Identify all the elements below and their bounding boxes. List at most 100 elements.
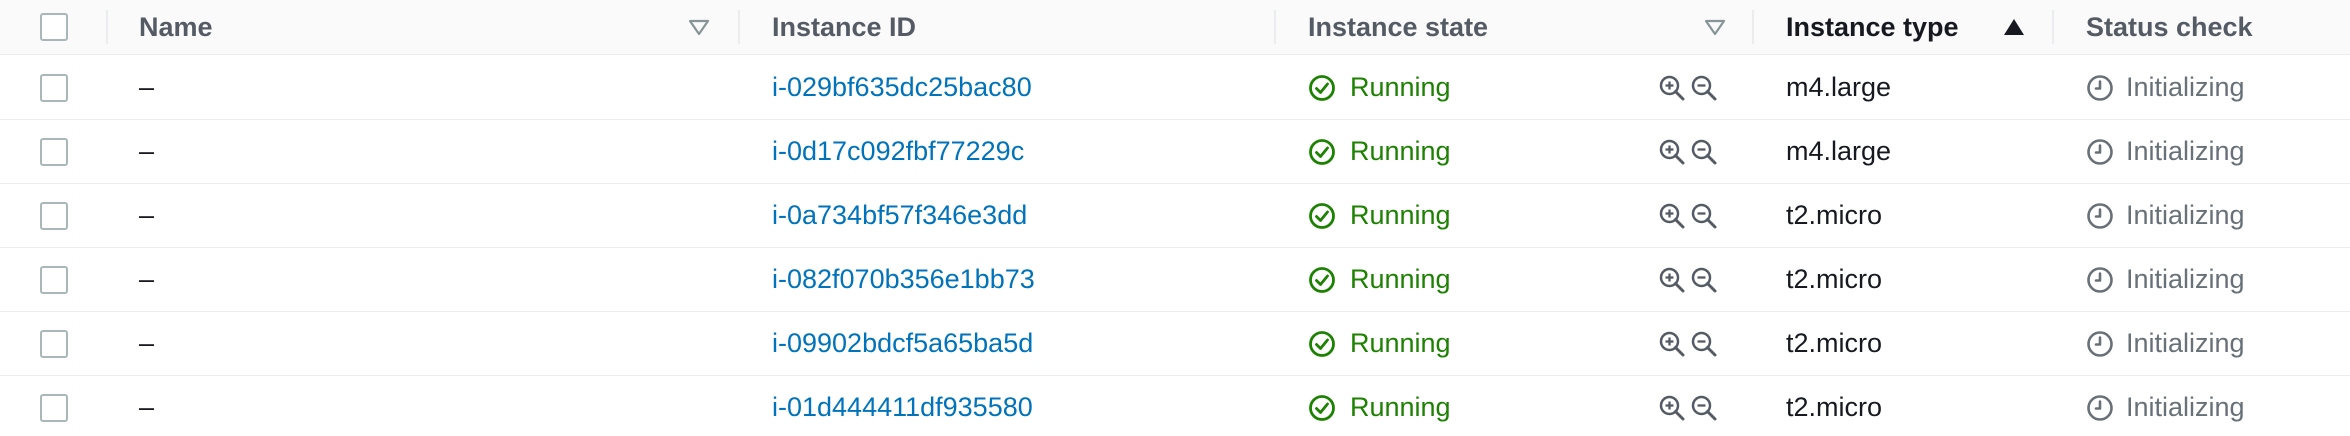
instance-state-text: Running xyxy=(1350,136,1451,166)
instance-type-cell: t2.micro xyxy=(1786,312,1882,375)
zoom-in-icon[interactable] xyxy=(1658,330,1686,358)
column-header-instance-type[interactable]: Instance type xyxy=(1786,0,1959,54)
instance-type-cell: t2.micro xyxy=(1786,248,1882,311)
zoom-out-icon[interactable] xyxy=(1690,74,1718,102)
column-header-instance-state[interactable]: Instance state xyxy=(1308,0,1488,54)
table-header: Name Instance ID Instance state Instance… xyxy=(0,0,2350,55)
status-check-cell: Initializing xyxy=(2086,312,2245,375)
row-checkbox[interactable] xyxy=(40,73,68,102)
row-checkbox[interactable] xyxy=(40,393,68,422)
zoom-out-icon[interactable] xyxy=(1690,394,1718,422)
table-row[interactable]: – i-01d444411df935580 Running t2.micro I… xyxy=(0,376,2350,436)
zoom-in-icon[interactable] xyxy=(1658,138,1686,166)
instance-state-cell: Running xyxy=(1308,312,1451,375)
row-checkbox[interactable] xyxy=(40,137,68,166)
check-circle-icon xyxy=(1309,202,1335,229)
column-header-status-check[interactable]: Status check xyxy=(2086,0,2253,54)
instance-name: – xyxy=(139,392,155,422)
instance-id-link[interactable]: i-029bf635dc25bac80 xyxy=(772,72,1032,103)
status-check-text: Initializing xyxy=(2126,328,2245,358)
status-check-cell: Initializing xyxy=(2086,248,2245,311)
table-row[interactable]: – i-09902bdcf5a65ba5d Running t2.micro I… xyxy=(0,312,2350,376)
check-circle-icon xyxy=(1309,266,1335,293)
table-row[interactable]: – i-029bf635dc25bac80 Running m4.large I… xyxy=(0,56,2350,120)
instance-state-cell: Running xyxy=(1308,56,1451,119)
status-check-text: Initializing xyxy=(2126,392,2245,422)
zoom-out-icon[interactable] xyxy=(1690,330,1718,358)
instance-type-cell: m4.large xyxy=(1786,120,1891,183)
instance-state-text: Running xyxy=(1350,264,1451,294)
column-divider[interactable] xyxy=(106,10,108,44)
zoom-out-icon[interactable] xyxy=(1690,138,1718,166)
instance-state-cell: Running xyxy=(1308,120,1451,183)
check-circle-icon xyxy=(1309,138,1335,165)
clock-icon xyxy=(2087,330,2113,357)
instance-name: – xyxy=(139,200,155,230)
zoom-in-icon[interactable] xyxy=(1658,202,1686,230)
zoom-controls xyxy=(1658,248,1718,311)
zoom-in-icon[interactable] xyxy=(1658,266,1686,294)
name-cell: – xyxy=(139,120,154,183)
select-all-cell xyxy=(40,0,68,54)
instance-id-link[interactable]: i-0a734bf57f346e3dd xyxy=(772,200,1027,231)
column-divider[interactable] xyxy=(1752,10,1754,44)
zoom-out-icon[interactable] xyxy=(1690,266,1718,294)
instance-id-link[interactable]: i-01d444411df935580 xyxy=(772,392,1033,423)
column-divider[interactable] xyxy=(1274,10,1276,44)
status-check-text: Initializing xyxy=(2126,264,2245,294)
instance-state-text: Running xyxy=(1350,72,1451,102)
name-cell: – xyxy=(139,184,154,247)
row-checkbox[interactable] xyxy=(40,201,68,230)
zoom-out-icon[interactable] xyxy=(1690,202,1718,230)
row-select-cell xyxy=(40,312,68,375)
instance-name: – xyxy=(139,328,155,358)
clock-icon xyxy=(2087,394,2113,421)
zoom-in-icon[interactable] xyxy=(1658,74,1686,102)
check-circle-icon xyxy=(1309,74,1335,101)
column-divider[interactable] xyxy=(738,10,740,44)
instance-type-cell: t2.micro xyxy=(1786,184,1882,247)
column-header-name-label: Name xyxy=(139,11,213,42)
zoom-controls xyxy=(1658,376,1718,436)
table-row[interactable]: – i-082f070b356e1bb73 Running t2.micro I… xyxy=(0,248,2350,312)
column-header-instance-id[interactable]: Instance ID xyxy=(772,0,916,54)
clock-icon xyxy=(2087,266,2113,293)
select-all-checkbox[interactable] xyxy=(40,13,68,41)
row-checkbox[interactable] xyxy=(40,265,68,294)
instance-state-cell: Running xyxy=(1308,376,1451,436)
instance-id-link[interactable]: i-0d17c092fbf77229c xyxy=(772,136,1024,167)
column-header-name[interactable]: Name xyxy=(139,0,213,54)
zoom-controls xyxy=(1658,120,1718,183)
instance-type-text: t2.micro xyxy=(1786,200,1883,230)
column-header-status-check-label: Status check xyxy=(2086,11,2253,42)
name-cell: – xyxy=(139,248,154,311)
instance-state-text: Running xyxy=(1350,392,1451,422)
clock-icon xyxy=(2087,138,2113,165)
instance-name: – xyxy=(139,136,155,166)
clock-icon xyxy=(2087,202,2113,229)
instance-state-cell: Running xyxy=(1308,184,1451,247)
instance-id-link[interactable]: i-09902bdcf5a65ba5d xyxy=(772,328,1033,359)
name-cell: – xyxy=(139,312,154,375)
sort-triangle-up-icon[interactable] xyxy=(2001,14,2027,40)
table-row[interactable]: – i-0d17c092fbf77229c Running m4.large I… xyxy=(0,120,2350,184)
instance-id-cell: i-09902bdcf5a65ba5d xyxy=(772,312,1033,375)
instance-type-text: t2.micro xyxy=(1786,392,1883,422)
instance-id-cell: i-01d444411df935580 xyxy=(772,376,1033,436)
sort-triangle-down-icon[interactable] xyxy=(686,14,712,40)
check-circle-icon xyxy=(1309,330,1335,357)
zoom-controls xyxy=(1658,56,1718,119)
column-header-instance-state-label: Instance state xyxy=(1308,11,1489,42)
column-divider[interactable] xyxy=(2052,10,2054,44)
row-select-cell xyxy=(40,376,68,436)
zoom-in-icon[interactable] xyxy=(1658,394,1686,422)
row-select-cell xyxy=(40,248,68,311)
row-checkbox[interactable] xyxy=(40,329,68,358)
sort-triangle-down-icon[interactable] xyxy=(1702,14,1728,40)
status-check-cell: Initializing xyxy=(2086,184,2245,247)
instance-type-text: m4.large xyxy=(1786,72,1892,102)
instance-id-link[interactable]: i-082f070b356e1bb73 xyxy=(772,264,1035,295)
table-row[interactable]: – i-0a734bf57f346e3dd Running t2.micro I… xyxy=(0,184,2350,248)
column-header-instance-id-label: Instance ID xyxy=(772,11,917,42)
instance-type-text: t2.micro xyxy=(1786,328,1883,358)
